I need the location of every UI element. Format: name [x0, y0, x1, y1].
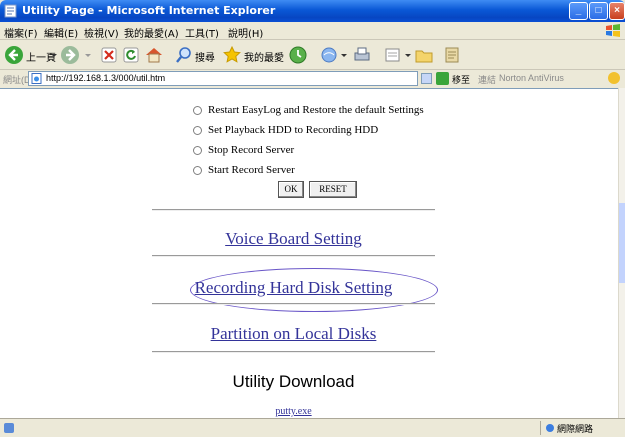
radio-restart-easylog[interactable]: [193, 106, 202, 115]
mail-dropdown-icon[interactable]: [340, 45, 348, 65]
title-bar: Utility Page - Microsoft Internet Explor…: [0, 0, 625, 22]
forward-dropdown-icon[interactable]: [84, 45, 92, 65]
putty-download-link[interactable]: putty.exe: [152, 406, 435, 417]
go-button[interactable]: 移至: [452, 73, 470, 86]
go-arrow-icon[interactable]: [436, 72, 449, 85]
mail-icon[interactable]: [320, 45, 340, 65]
norton-icon[interactable]: [608, 72, 620, 84]
toolbar: 上一頁 搜尋 我的最愛: [0, 40, 625, 70]
vertical-scrollbar[interactable]: [618, 88, 625, 418]
security-zone: 網際網路: [540, 421, 622, 435]
page-icon: [31, 73, 42, 84]
windows-logo-icon: [606, 24, 620, 37]
stop-icon[interactable]: [100, 45, 118, 65]
norton-antivirus-label[interactable]: Norton AntiVirus: [499, 73, 564, 83]
back-arrow-icon[interactable]: [4, 45, 24, 65]
zone-label: 網際網路: [557, 424, 594, 434]
print-icon[interactable]: [352, 45, 372, 65]
menu-file[interactable]: 檔案(F): [4, 25, 38, 40]
favorites-label[interactable]: 我的最愛: [244, 49, 284, 64]
links-label[interactable]: 連結: [478, 73, 496, 86]
scrollbar-thumb[interactable]: [619, 203, 625, 283]
internet-globe-icon: [546, 424, 554, 432]
menu-edit[interactable]: 編輯(E): [44, 25, 78, 40]
window-title: Utility Page - Microsoft Internet Explor…: [22, 4, 276, 17]
radio-stop-record-server[interactable]: [193, 146, 202, 155]
folder-icon[interactable]: [414, 45, 434, 65]
ie-page-icon: [4, 4, 17, 18]
refresh-icon[interactable]: [122, 45, 140, 65]
search-icon[interactable]: [175, 45, 193, 65]
option-label: Set Playback HDD to Recording HDD: [208, 124, 379, 136]
recording-hard-disk-setting-link[interactable]: Recording Hard Disk Setting: [152, 278, 435, 298]
home-icon[interactable]: [144, 45, 164, 65]
address-url: http://192.168.1.3/000/util.htm: [46, 73, 166, 83]
forward-arrow-icon[interactable]: [60, 45, 80, 65]
partition-local-disks-link[interactable]: Partition on Local Disks: [152, 324, 435, 344]
page-status-icon: [4, 423, 14, 433]
divider: [152, 255, 435, 257]
minimize-button[interactable]: _: [569, 2, 588, 20]
ok-button[interactable]: OK: [278, 181, 304, 198]
edit-icon[interactable]: [384, 45, 402, 65]
voice-board-setting-link[interactable]: Voice Board Setting: [152, 229, 435, 249]
back-dropdown-icon[interactable]: [50, 45, 58, 65]
option-label: Start Record Server: [208, 164, 295, 176]
divider: [152, 209, 435, 211]
edit-dropdown-icon[interactable]: [404, 45, 412, 65]
divider: [152, 351, 435, 353]
close-button[interactable]: ×: [609, 2, 625, 20]
reset-button[interactable]: RESET: [309, 181, 357, 198]
utility-download-heading: Utility Download: [232, 372, 355, 391]
menu-tools[interactable]: 工具(T): [185, 25, 219, 40]
favorites-star-icon[interactable]: [222, 45, 242, 65]
page-content: Restart EasyLog and Restore the default …: [0, 88, 625, 418]
address-dropdown-icon[interactable]: [421, 73, 432, 84]
search-label[interactable]: 搜尋: [195, 49, 215, 64]
history-icon[interactable]: [288, 45, 308, 65]
divider: [152, 303, 435, 305]
address-bar: 網址(D) http://192.168.1.3/000/util.htm 移至…: [0, 70, 625, 88]
messenger-icon[interactable]: [442, 45, 462, 65]
menu-help[interactable]: 說明(H): [228, 25, 263, 40]
status-bar: 網際網路: [0, 418, 625, 437]
option-label: Restart EasyLog and Restore the default …: [208, 104, 424, 116]
menu-favorites[interactable]: 我的最愛(A): [124, 25, 179, 40]
radio-set-playback-hdd[interactable]: [193, 126, 202, 135]
option-label: Stop Record Server: [208, 144, 295, 156]
address-input[interactable]: http://192.168.1.3/000/util.htm: [28, 71, 418, 86]
maximize-button[interactable]: □: [589, 2, 608, 20]
radio-start-record-server[interactable]: [193, 166, 202, 175]
menu-view[interactable]: 檢視(V): [84, 25, 119, 40]
menu-bar: 檔案(F) 編輯(E) 檢視(V) 我的最愛(A) 工具(T) 說明(H): [0, 22, 625, 40]
